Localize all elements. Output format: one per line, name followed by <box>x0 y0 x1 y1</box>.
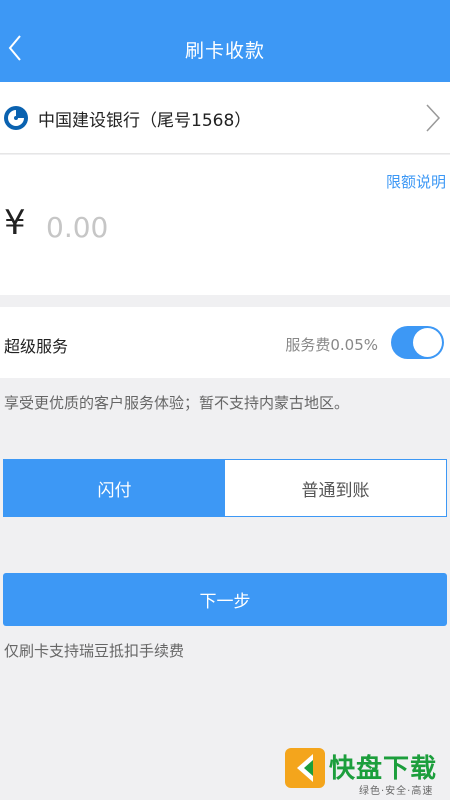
settlement-type-selector: 闪付 普通到账 <box>3 459 447 517</box>
super-service-row: 超级服务 服务费0.05% <box>0 307 450 378</box>
watermark: 快盘下载 绿色·安全·高速 <box>283 744 448 797</box>
header-bar: 刷卡收款 <box>0 0 450 82</box>
page-title: 刷卡收款 <box>184 40 265 62</box>
watermark-text: 快盘下载 <box>329 754 438 784</box>
limit-info-link[interactable]: 限额说明 <box>386 171 446 192</box>
ccb-logo-icon <box>4 106 28 130</box>
amount-input[interactable] <box>46 205 426 249</box>
currency-symbol: ¥ <box>4 203 26 243</box>
bank-name-label: 中国建设银行（尾号1568） <box>38 111 252 131</box>
bank-card-selector[interactable]: 中国建设银行（尾号1568） <box>0 82 450 154</box>
footnote-text: 仅刷卡支持瑞豆抵扣手续费 <box>4 642 185 660</box>
service-description: 享受更优质的客户服务体验；暂不支持内蒙古地区。 <box>4 394 350 412</box>
watermark-logo-icon <box>285 748 325 788</box>
next-step-button[interactable]: 下一步 <box>3 573 447 626</box>
super-service-toggle[interactable] <box>391 326 444 359</box>
tab-standard-settlement[interactable]: 普通到账 <box>225 460 446 516</box>
watermark-slogan: 绿色·安全·高速 <box>359 786 434 797</box>
tab-quick-pay[interactable]: 闪付 <box>4 460 225 516</box>
super-service-label: 超级服务 <box>4 337 69 356</box>
amount-section: 限额说明 ¥ <box>0 155 450 295</box>
service-fee-label: 服务费0.05% <box>285 336 378 354</box>
toggle-knob <box>413 328 442 357</box>
chevron-right-icon <box>426 104 441 132</box>
